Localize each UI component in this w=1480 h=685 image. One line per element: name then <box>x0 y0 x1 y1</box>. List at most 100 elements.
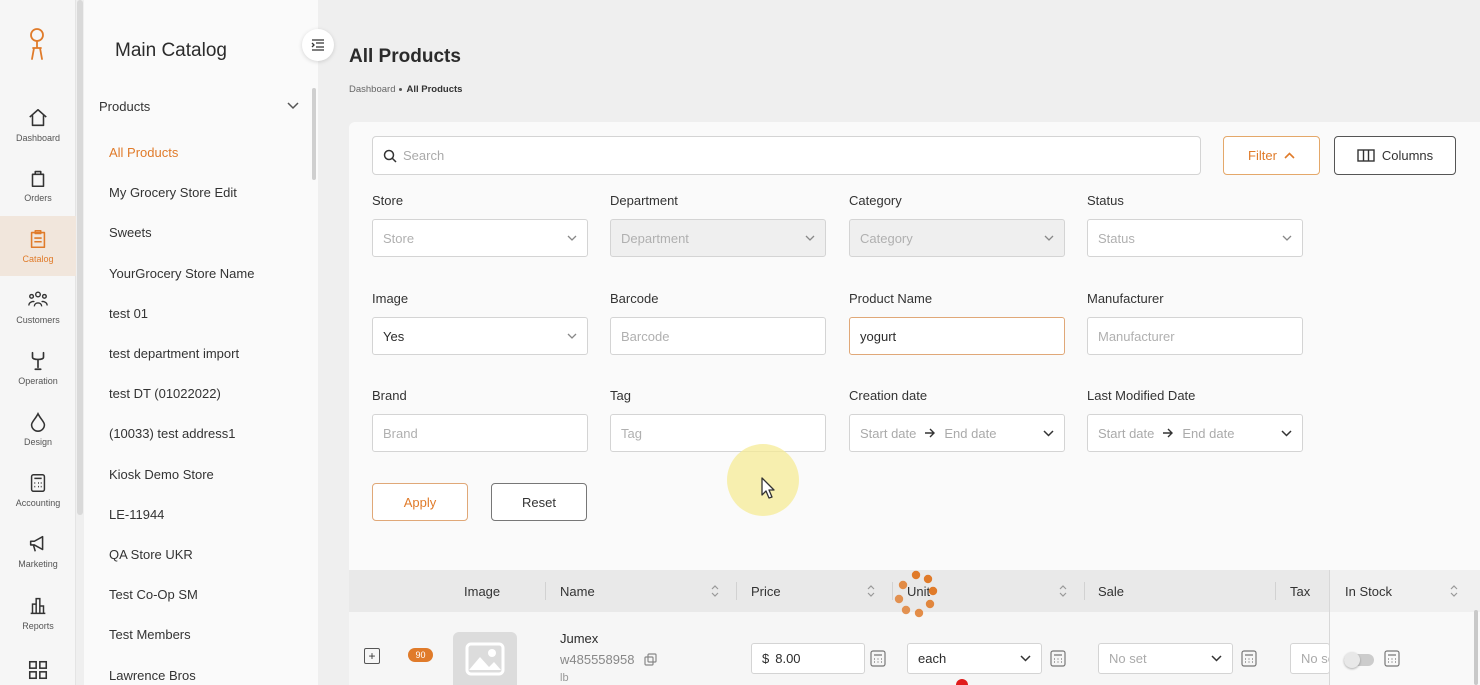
chevron-up-icon <box>1284 152 1295 159</box>
grid-icon <box>28 660 48 680</box>
chevron-down-icon <box>805 235 815 241</box>
category-select[interactable]: Category <box>849 219 1065 257</box>
calculator-icon <box>30 474 46 492</box>
apply-button[interactable]: Apply <box>372 483 468 521</box>
barcode-input[interactable]: Barcode <box>610 317 826 355</box>
chevron-down-icon <box>1044 235 1054 241</box>
unit-select[interactable]: each <box>907 643 1042 674</box>
search-icon <box>383 149 397 163</box>
catalog-item[interactable]: test department import <box>109 346 239 361</box>
calculator-icon[interactable] <box>1384 650 1400 667</box>
filter-button[interactable]: Filter <box>1223 136 1320 175</box>
image-value: Yes <box>383 328 405 344</box>
panel-scrollbar[interactable] <box>312 88 316 180</box>
catalog-item-all-products[interactable]: All Products <box>109 145 178 160</box>
sku-value: w485558958 <box>560 652 635 667</box>
breadcrumb-root[interactable]: Dashboard <box>349 84 395 95</box>
creation-date-range[interactable]: Start date End date <box>849 414 1065 452</box>
columns-button[interactable]: Columns <box>1334 136 1456 175</box>
catalog-item[interactable]: YourGrocery Store Name <box>109 266 254 281</box>
arrow-right-icon <box>1163 428 1174 438</box>
sale-select[interactable]: No set <box>1098 643 1233 674</box>
copy-icon[interactable] <box>644 653 658 666</box>
sort-icon[interactable] <box>1059 584 1067 598</box>
catalog-item[interactable]: Test Members <box>109 627 191 642</box>
catalog-item[interactable]: test 01 <box>109 306 148 321</box>
start-date[interactable]: Start date <box>860 426 916 441</box>
sort-icon[interactable] <box>711 584 719 598</box>
catalog-item[interactable]: test DT (01022022) <box>109 386 221 401</box>
sort-icon[interactable] <box>867 584 875 598</box>
rail-label: Operation <box>18 376 58 386</box>
catalog-item[interactable]: Sweets <box>109 225 152 240</box>
catalog-panel: Main Catalog Products All Products My Gr… <box>84 0 318 685</box>
manufacturer-input[interactable]: Manufacturer <box>1087 317 1303 355</box>
catalog-item[interactable]: Kiosk Demo Store <box>109 467 214 482</box>
image-select[interactable]: Yes <box>372 317 588 355</box>
catalog-item[interactable]: QA Store UKR <box>109 547 193 562</box>
chevron-down-icon <box>567 333 577 339</box>
rail-item-accounting[interactable]: Accounting <box>0 460 76 520</box>
rail-label: Dashboard <box>15 133 61 143</box>
catalog-item[interactable]: Test Co-Op SM <box>109 587 198 602</box>
start-date[interactable]: Start date <box>1098 426 1154 441</box>
rail-label: Customers <box>16 315 60 325</box>
catalog-item[interactable]: LE-11944 <box>109 507 164 522</box>
rail-item-design[interactable]: Design <box>0 399 76 459</box>
col-price[interactable]: Price <box>751 570 781 612</box>
price-input[interactable]: $ 8.00 <box>751 643 865 674</box>
category-placeholder: Category <box>860 230 913 246</box>
last-modified-label: Last Modified Date <box>1087 388 1196 403</box>
manufacturer-label: Manufacturer <box>1087 291 1164 306</box>
brand-input[interactable]: Brand <box>372 414 588 452</box>
rail-item-marketing[interactable]: Marketing <box>0 521 76 581</box>
col-in-stock[interactable]: In Stock <box>1345 570 1392 612</box>
rail-item-customers[interactable]: Customers <box>0 277 76 337</box>
product-unit-label: lb <box>560 672 569 684</box>
store-select[interactable]: Store <box>372 219 588 257</box>
expand-row-button[interactable]: + <box>364 648 380 664</box>
currency-symbol: $ <box>762 651 770 666</box>
rail-item-dashboard[interactable]: Dashboard <box>0 95 76 155</box>
search-input[interactable] <box>403 148 1163 163</box>
catalog-item[interactable]: (10033) test address1 <box>109 426 235 441</box>
catalog-item[interactable]: Lawrence Bros <box>109 668 196 683</box>
end-date[interactable]: End date <box>1182 426 1234 441</box>
page-scrollbar[interactable] <box>1474 610 1478 685</box>
collapse-sidebar-button[interactable] <box>302 29 334 61</box>
product-thumbnail[interactable] <box>453 632 517 685</box>
rail-item-apps[interactable] <box>0 640 76 685</box>
product-name-input[interactable]: yogurt <box>849 317 1065 355</box>
rail-item-orders[interactable]: Orders <box>0 155 76 215</box>
logo-icon[interactable] <box>22 26 52 62</box>
in-stock-toggle[interactable] <box>1344 652 1374 668</box>
calculator-icon[interactable] <box>1050 650 1066 667</box>
calculator-icon[interactable] <box>1241 650 1257 667</box>
tax-select[interactable]: No se <box>1290 643 1330 674</box>
rail-item-reports[interactable]: Reports <box>0 583 76 643</box>
breadcrumb: Dashboard All Products <box>349 84 462 95</box>
tag-input[interactable]: Tag <box>610 414 826 452</box>
calculator-icon[interactable] <box>870 650 886 667</box>
rail-item-catalog[interactable]: Catalog <box>0 216 76 276</box>
loading-spinner-icon <box>894 570 938 618</box>
arrow-right-icon <box>925 428 936 438</box>
department-select[interactable]: Department <box>610 219 826 257</box>
column-divider <box>545 582 546 600</box>
col-name[interactable]: Name <box>560 570 595 612</box>
reset-button[interactable]: Reset <box>491 483 587 521</box>
brand-placeholder: Brand <box>383 425 418 441</box>
last-modified-range[interactable]: Start date End date <box>1087 414 1303 452</box>
users-icon <box>28 291 48 307</box>
rail-item-operation[interactable]: Operation <box>0 338 76 398</box>
catalog-item[interactable]: My Grocery Store Edit <box>109 185 237 200</box>
rail-scrollbar[interactable] <box>77 0 83 515</box>
products-section-toggle[interactable]: Products <box>99 94 299 118</box>
product-name[interactable]: Jumex <box>560 631 598 646</box>
end-date[interactable]: End date <box>944 426 996 441</box>
sort-icon[interactable] <box>1450 584 1458 598</box>
creation-date-label: Creation date <box>849 388 928 403</box>
column-divider <box>1275 582 1276 600</box>
search-box[interactable] <box>372 136 1201 175</box>
status-select[interactable]: Status <box>1087 219 1303 257</box>
